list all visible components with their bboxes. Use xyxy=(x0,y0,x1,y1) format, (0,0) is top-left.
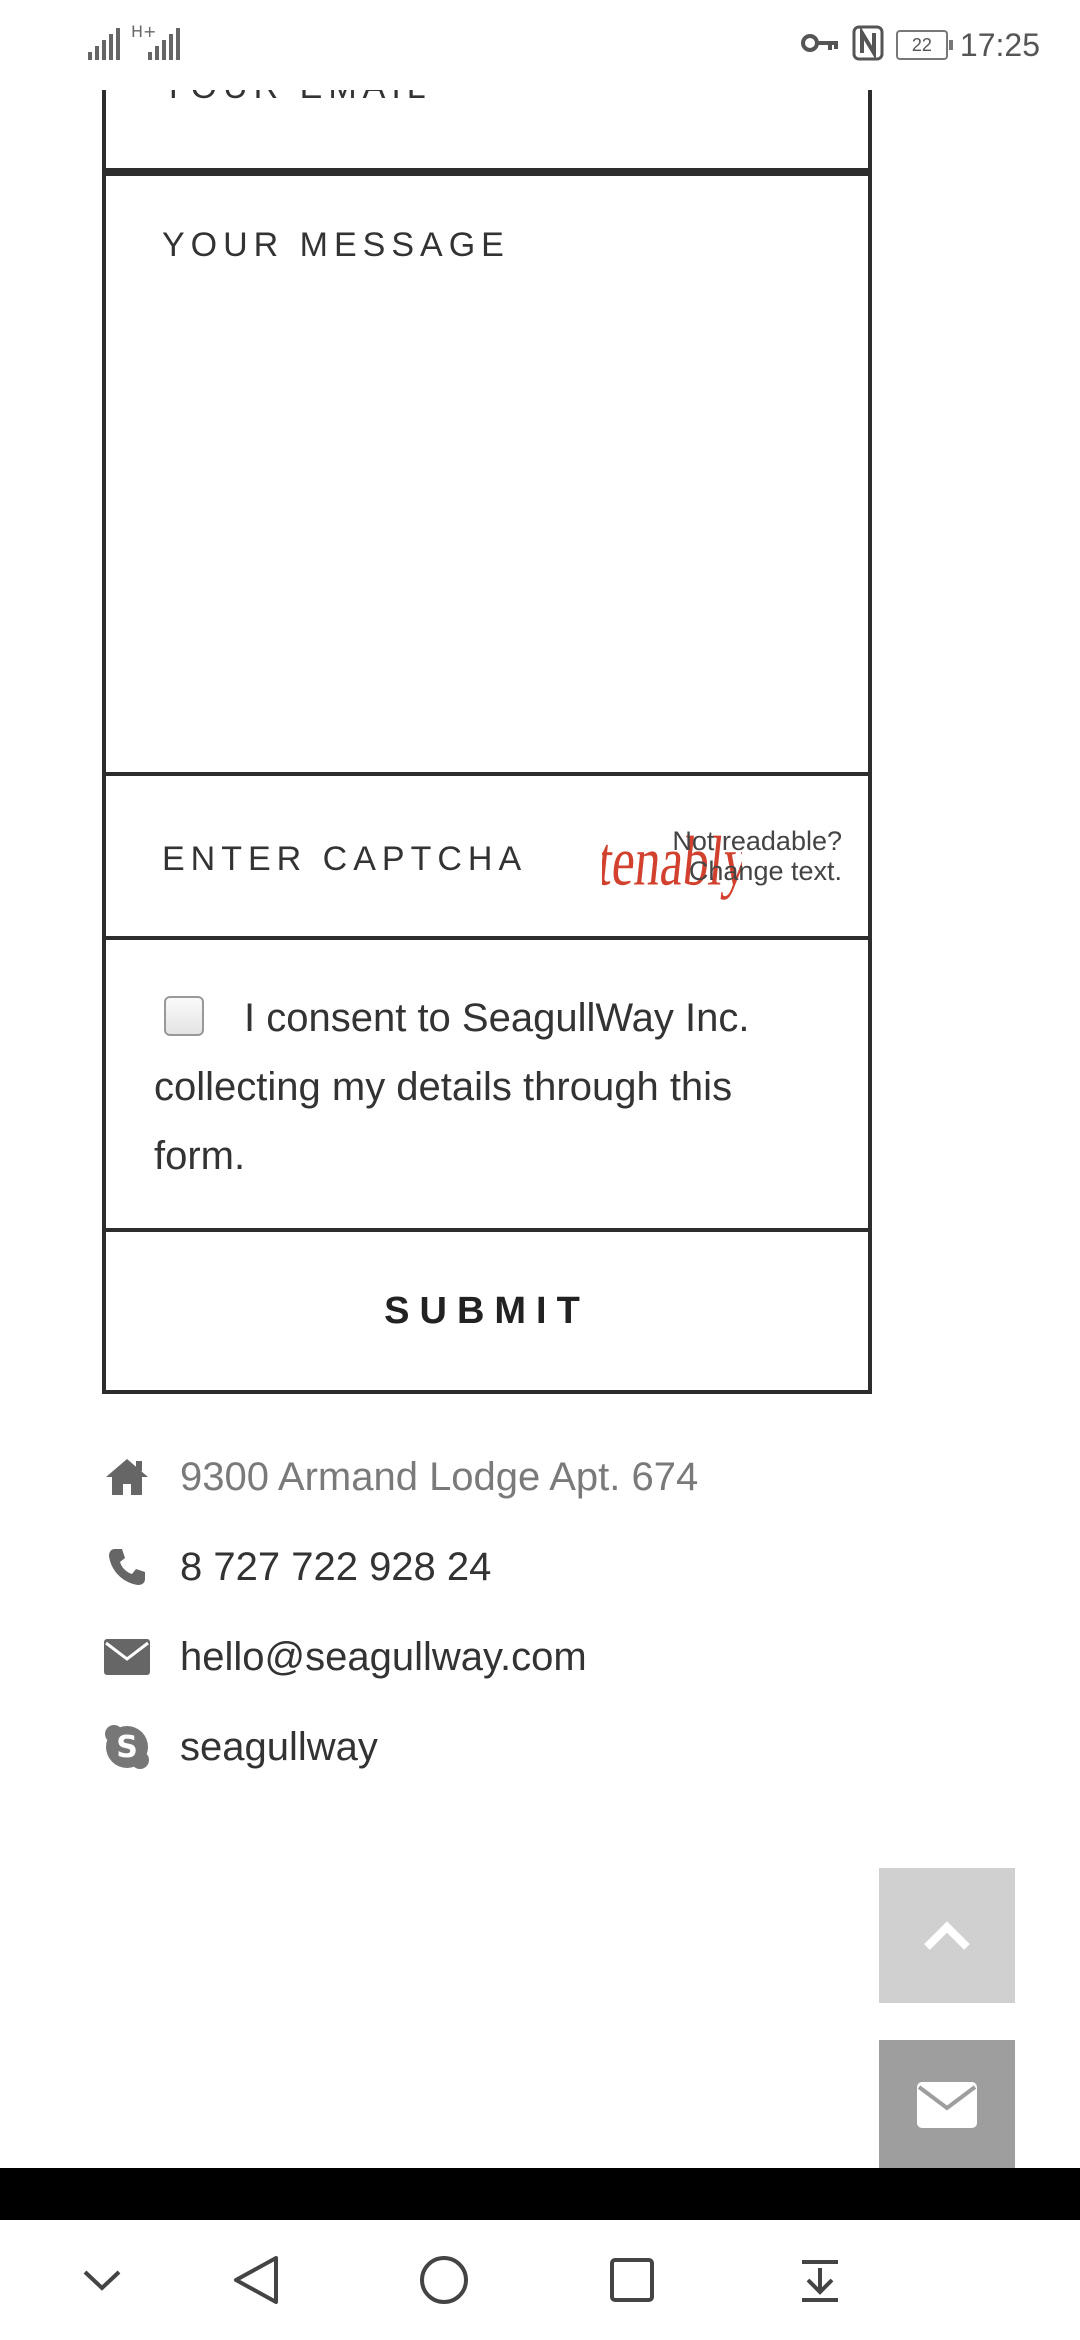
contact-form: YOUR EMAIL YOUR MESSAGE ENTER CAPTCHA te… xyxy=(102,68,872,1394)
skype-icon: S xyxy=(102,1722,152,1772)
status-right-group: 22 17:25 xyxy=(800,22,1040,68)
nav-recents-button[interactable] xyxy=(602,2250,662,2310)
contact-email[interactable]: hello@seagullway.com xyxy=(102,1627,862,1687)
captcha-placeholder: ENTER CAPTCHA xyxy=(162,840,528,878)
captcha-field[interactable]: ENTER CAPTCHA tenably Not readable? Chan… xyxy=(102,776,872,940)
message-placeholder: YOUR MESSAGE xyxy=(162,226,510,264)
nfc-icon xyxy=(852,25,884,65)
mail-floating-button[interactable] xyxy=(879,2040,1015,2170)
status-bar: H+ 22 17:25 xyxy=(0,0,1080,90)
system-nav-bar xyxy=(0,2220,1080,2340)
signal-icon-2 xyxy=(148,26,184,60)
captcha-change-line1: Not readable? xyxy=(672,826,842,856)
phone-text: 8 727 722 928 24 xyxy=(180,1544,492,1589)
phone-icon xyxy=(102,1542,152,1592)
captcha-change-line2: Change text. xyxy=(688,856,842,886)
signal-icon xyxy=(88,26,124,60)
skype-text: seagullway xyxy=(180,1724,378,1769)
key-icon xyxy=(800,31,840,59)
consent-label: I consent to SeagullWay Inc. collecting … xyxy=(154,996,750,1178)
clock: 17:25 xyxy=(959,26,1040,63)
message-field[interactable]: YOUR MESSAGE xyxy=(102,172,872,776)
contact-phone[interactable]: 8 727 722 928 24 xyxy=(102,1537,862,1597)
nav-back-button[interactable] xyxy=(226,2250,286,2310)
captcha-refresh-link[interactable]: Not readable? Change text. xyxy=(672,826,842,886)
scroll-to-top-button[interactable] xyxy=(879,1868,1015,2003)
nav-notifications-button[interactable] xyxy=(790,2250,850,2310)
recents-square-icon xyxy=(610,2258,654,2302)
home-circle-icon xyxy=(420,2256,468,2304)
nav-collapse-button[interactable] xyxy=(72,2250,132,2310)
home-icon xyxy=(102,1452,152,1502)
chevron-down-icon xyxy=(83,2270,121,2291)
submit-label: SUBMIT xyxy=(384,1289,590,1332)
contact-address: 9300 Armand Lodge Apt. 674 xyxy=(102,1447,862,1507)
battery-icon: 22 xyxy=(895,30,953,60)
consent-row: I consent to SeagullWay Inc. collecting … xyxy=(154,984,814,1191)
envelope-icon xyxy=(917,2082,977,2128)
envelope-icon xyxy=(102,1632,152,1682)
pull-down-icon xyxy=(802,2260,838,2302)
consent-checkbox[interactable] xyxy=(164,996,204,1037)
submit-button[interactable]: SUBMIT xyxy=(102,1232,872,1394)
svg-text:S: S xyxy=(116,1730,138,1765)
separator-bar xyxy=(0,2168,1080,2220)
consent-field: I consent to SeagullWay Inc. collecting … xyxy=(102,940,872,1232)
email-field[interactable]: YOUR EMAIL xyxy=(102,68,872,172)
chevron-up-icon xyxy=(924,1920,970,1950)
address-text: 9300 Armand Lodge Apt. 674 xyxy=(180,1454,699,1499)
contact-skype[interactable]: S seagullway xyxy=(102,1717,862,1777)
email-text: hello@seagullway.com xyxy=(180,1634,587,1679)
back-triangle-icon xyxy=(234,2256,278,2304)
nav-home-button[interactable] xyxy=(414,2250,474,2310)
